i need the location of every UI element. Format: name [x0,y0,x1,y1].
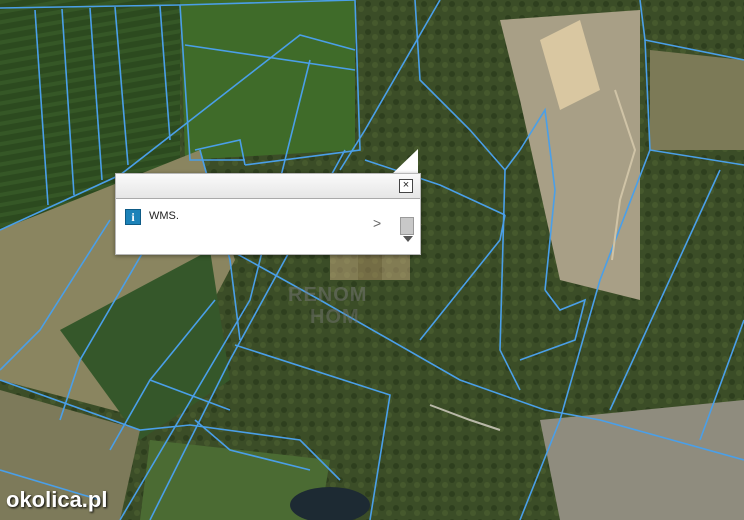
popup-body: i WMS. > [116,199,420,254]
popup-header: × [116,174,420,199]
layer-label: WMS. [149,210,179,222]
scrollbar-thumb[interactable] [400,217,414,235]
watermark-text-line1: RENOM [288,284,368,306]
close-icon[interactable]: × [399,179,413,193]
popup-pointer [392,149,418,174]
brand-logo-text: okolica.pl [6,487,108,512]
scroll-down-icon[interactable] [403,236,413,242]
feature-info-popup: × i WMS. > [115,173,421,255]
info-icon: i [125,209,141,225]
chevron-right-icon[interactable]: > [373,215,381,231]
watermark-text-line2: HOM [310,306,360,328]
